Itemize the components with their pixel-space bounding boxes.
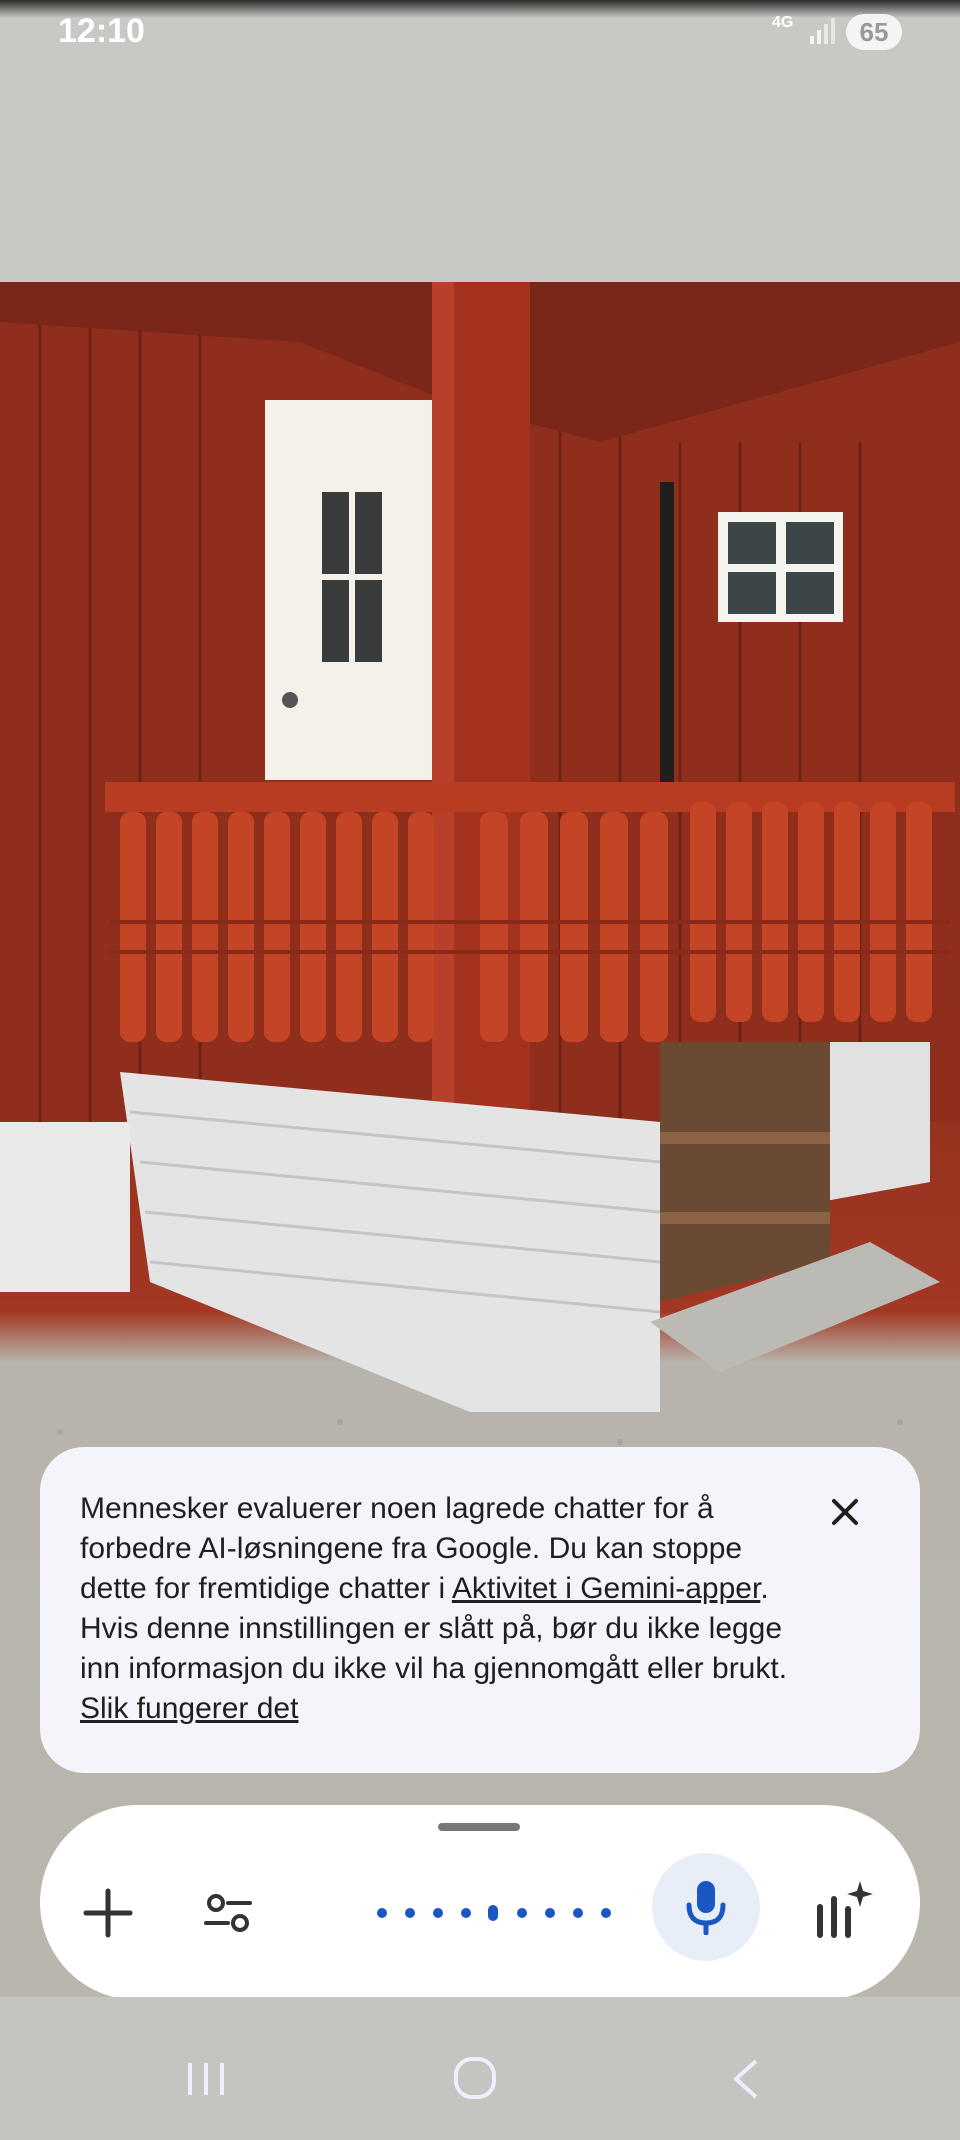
- listening-indicator-dots: [377, 1905, 611, 1921]
- recents-icon[interactable]: [184, 2059, 228, 2099]
- plus-icon[interactable]: [78, 1883, 138, 1943]
- activity-link[interactable]: Aktivitet i Gemini-apper: [452, 1572, 760, 1605]
- review-notice-card: Mennesker evaluerer noen lagrede chatter…: [40, 1447, 920, 1773]
- close-icon[interactable]: [820, 1487, 870, 1537]
- battery-indicator: 65: [846, 14, 902, 50]
- microphone-icon: [686, 1881, 726, 1935]
- signal-icon: [810, 18, 835, 44]
- status-bar: 12:10 4G 65: [0, 0, 960, 60]
- drag-handle[interactable]: [438, 1823, 520, 1831]
- tune-icon[interactable]: [198, 1883, 258, 1943]
- system-nav-bar: [0, 1997, 960, 2140]
- how-it-works-link[interactable]: Slik fungerer det: [80, 1692, 298, 1725]
- network-type: 4G: [772, 14, 794, 31]
- live-sparkle-icon[interactable]: [806, 1877, 876, 1947]
- notice-text: Mennesker evaluerer noen lagrede chatter…: [80, 1489, 800, 1729]
- home-icon[interactable]: [452, 2055, 498, 2101]
- clock: 12:10: [58, 12, 145, 50]
- microphone-button[interactable]: [652, 1853, 760, 1961]
- back-icon[interactable]: [730, 2057, 762, 2101]
- prompt-input-bar: [40, 1805, 920, 2000]
